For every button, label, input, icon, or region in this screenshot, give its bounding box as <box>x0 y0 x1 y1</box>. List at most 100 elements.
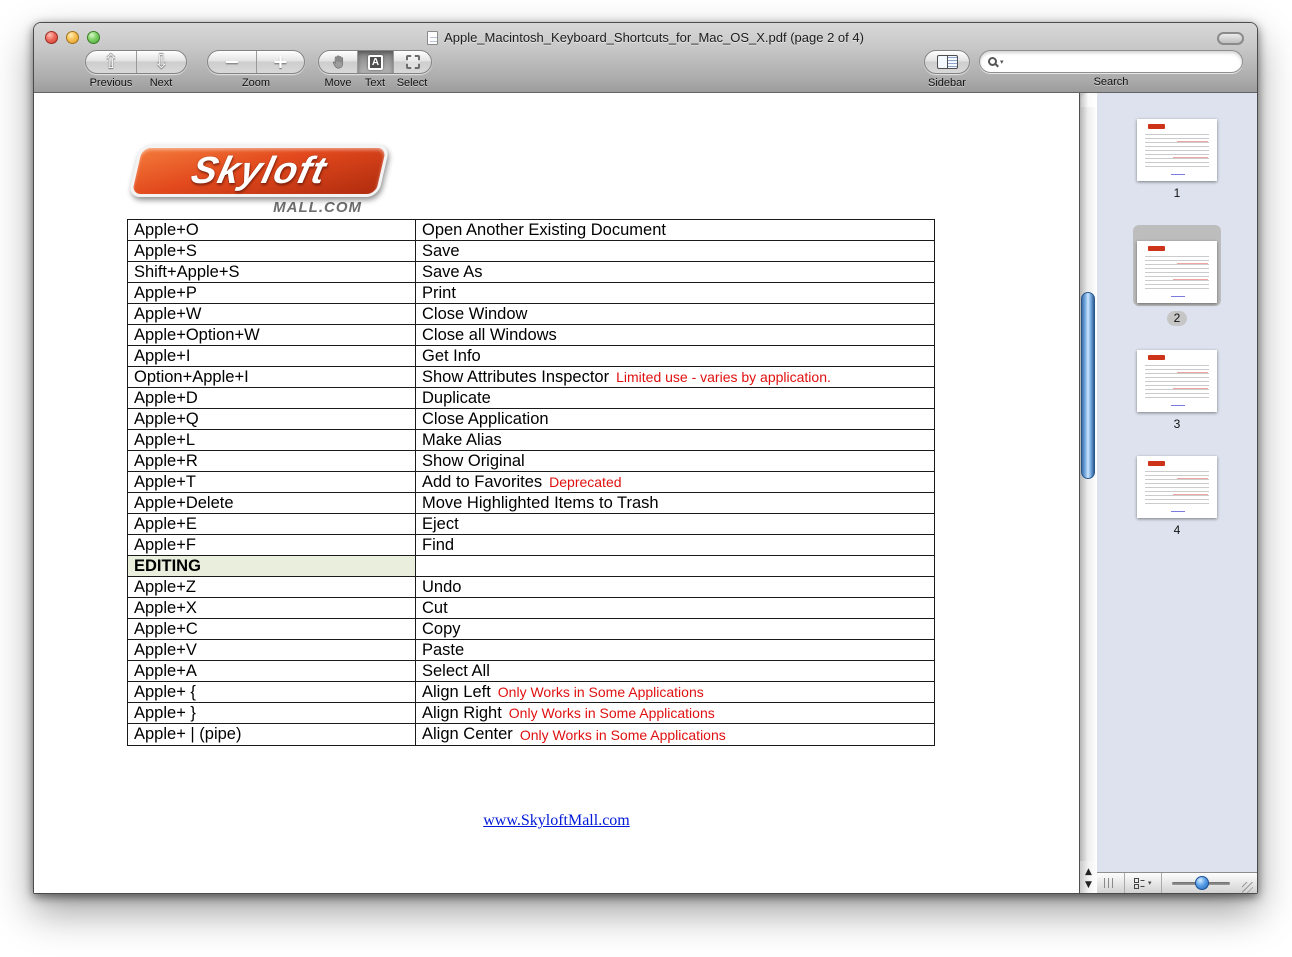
mini-link-line <box>1171 174 1185 175</box>
view-options-button[interactable]: ▾ <box>1125 873 1161 893</box>
shortcut-key-cell: Apple+W <box>128 304 416 324</box>
shortcut-key-cell: Apple+S <box>128 241 416 261</box>
up-arrow-icon: ⇧ <box>103 53 119 72</box>
shortcut-key-cell: Apple+F <box>128 535 416 555</box>
action-cell: Open Another Existing Document <box>416 220 934 240</box>
mini-logo <box>1148 124 1165 129</box>
table-row: Apple+IGet Info <box>128 346 934 367</box>
thumbnail-selection-highlight <box>1137 350 1217 412</box>
action-cell <box>416 556 934 576</box>
sidebar-thumbnail-page-3[interactable]: 3 <box>1137 350 1217 432</box>
slider-knob[interactable] <box>1195 876 1209 890</box>
action-cell: Align CenterOnly Works in Some Applicati… <box>416 724 934 745</box>
page-number: 3 <box>1167 417 1188 432</box>
sidebar-thumbnail-page-2[interactable]: 2 <box>1133 225 1221 326</box>
shortcut-key-cell: Apple+R <box>128 451 416 471</box>
shortcut-key-cell: Apple+L <box>128 430 416 450</box>
table-row: Apple+VPaste <box>128 640 934 661</box>
shortcut-key-cell: Apple+ | (pipe) <box>128 724 416 745</box>
select-tool-button[interactable] <box>393 51 431 73</box>
next-label: Next <box>136 77 186 89</box>
action-cell: Duplicate <box>416 388 934 408</box>
page-thumbnail[interactable] <box>1137 241 1217 303</box>
mini-link-line <box>1171 296 1185 297</box>
thumbnail-zoom-slider[interactable] <box>1172 882 1230 885</box>
shortcut-key-cell: Apple+C <box>128 619 416 639</box>
toolbar-toggle-button[interactable] <box>1217 32 1244 45</box>
table-row: EDITING <box>128 556 934 577</box>
scrollbar-track <box>1081 93 1096 107</box>
thumbnail-selection-highlight <box>1137 456 1217 518</box>
note-text: Limited use - varies by application. <box>616 369 831 385</box>
note-text: Deprecated <box>549 474 621 490</box>
thumbnail-list: 1 2 3 4 <box>1097 93 1257 872</box>
logo-brand-text: Skyloft <box>187 150 331 193</box>
down-arrow-icon: ⇩ <box>154 53 170 72</box>
page-number: 1 <box>1167 186 1188 201</box>
scroll-up-arrow[interactable]: ▲ <box>1085 868 1092 877</box>
table-row: Apple+FFind <box>128 535 934 556</box>
navigation-group: ⇧ ⇩ Previous Next <box>85 50 187 89</box>
sidebar-button[interactable] <box>925 51 969 73</box>
table-row: Apple+Option+WClose all Windows <box>128 325 934 346</box>
page-thumbnail[interactable] <box>1137 119 1217 181</box>
title-bar: Apple_Macintosh_Keyboard_Shortcuts_for_M… <box>34 30 1257 45</box>
mini-link-line <box>1171 405 1185 406</box>
text-tool-button[interactable]: A <box>357 51 393 73</box>
page-thumbnail[interactable] <box>1137 350 1217 412</box>
mini-red-line <box>1177 141 1208 142</box>
mini-link-line <box>1171 511 1185 512</box>
shortcut-key-cell: Apple+Z <box>128 577 416 597</box>
shortcut-key-cell: Apple+I <box>128 346 416 366</box>
table-row: Apple+RShow Original <box>128 451 934 472</box>
next-button[interactable]: ⇩ <box>136 51 186 73</box>
footer-link-row: www.SkyloftMall.com <box>34 812 1079 830</box>
action-cell: Select All <box>416 661 934 681</box>
skyloftmall-link[interactable]: www.SkyloftMall.com <box>483 812 630 829</box>
action-cell: Copy <box>416 619 934 639</box>
note-text: Only Works in Some Applications <box>520 727 726 743</box>
window-title: Apple_Macintosh_Keyboard_Shortcuts_for_M… <box>444 30 864 45</box>
table-row: Apple+ {Align LeftOnly Works in Some App… <box>128 682 934 703</box>
action-cell: Save <box>416 241 934 261</box>
text-tool-icon: A <box>368 55 383 70</box>
sidebar-drag-handle-icon[interactable] <box>1104 878 1116 888</box>
shortcut-key-cell: Apple+ { <box>128 682 416 702</box>
hand-icon <box>330 54 347 71</box>
scroll-down-arrow[interactable]: ▼ <box>1085 881 1092 890</box>
zoom-out-button[interactable]: − <box>208 51 256 73</box>
shortcut-key-cell: Apple+Delete <box>128 493 416 513</box>
page-number: 2 <box>1167 311 1188 326</box>
shortcut-key-cell: Apple+V <box>128 640 416 660</box>
search-input[interactable] <box>1004 55 1242 69</box>
window-resize-grip[interactable] <box>1242 882 1253 893</box>
document-icon <box>427 31 438 45</box>
page-thumbnail[interactable] <box>1137 456 1217 518</box>
scrollbar-thumb[interactable] <box>1081 292 1095 479</box>
mode-group: A Move Text Select <box>318 50 432 89</box>
note-text: Only Works in Some Applications <box>509 705 715 721</box>
mini-red-line <box>1173 388 1208 389</box>
select-label: Select <box>393 77 431 89</box>
mini-logo <box>1148 355 1165 360</box>
action-cell: Make Alias <box>416 430 934 450</box>
sidebar-thumbnail-page-4[interactable]: 4 <box>1137 456 1217 538</box>
shortcut-key-cell: Option+Apple+I <box>128 367 416 387</box>
zoom-in-button[interactable]: + <box>256 51 304 73</box>
table-row: Apple+ZUndo <box>128 577 934 598</box>
vertical-scrollbar[interactable]: ▲ ▼ <box>1079 93 1097 893</box>
table-row: Apple+WClose Window <box>128 304 934 325</box>
table-row: Apple+EEject <box>128 514 934 535</box>
move-tool-button[interactable] <box>319 51 357 73</box>
table-row: Apple+XCut <box>128 598 934 619</box>
action-cell: Align RightOnly Works in Some Applicatio… <box>416 703 934 723</box>
table-row: Apple+SSave <box>128 241 934 262</box>
search-field[interactable]: ▾ <box>979 50 1243 73</box>
sidebar-thumbnail-page-1[interactable]: 1 <box>1137 119 1217 201</box>
shortcut-key-cell: Apple+Q <box>128 409 416 429</box>
action-cell: Print <box>416 283 934 303</box>
previous-button[interactable]: ⇧ <box>86 51 136 73</box>
mini-red-line <box>1177 478 1208 479</box>
table-row: Apple+ }Align RightOnly Works in Some Ap… <box>128 703 934 724</box>
mini-red-line <box>1173 157 1208 158</box>
